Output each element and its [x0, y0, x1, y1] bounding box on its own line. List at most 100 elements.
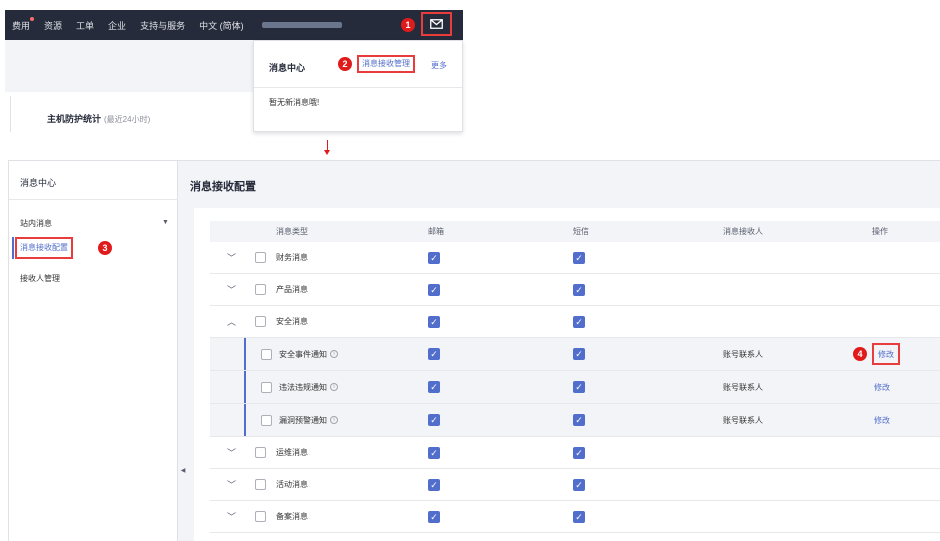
row-checkbox[interactable]: [261, 371, 272, 403]
table-row: ﹀ 产品消息 ✓ ✓: [210, 274, 940, 306]
chevron-down-icon[interactable]: ﹀: [227, 437, 236, 468]
email-checkbox[interactable]: ✓: [428, 306, 440, 337]
console-gap-strip: [5, 88, 255, 92]
flow-arrow-head-icon: [324, 150, 330, 155]
chevron-down-icon[interactable]: ﹀: [227, 242, 236, 273]
sidebar: 消息中心 站内消息 ▼ 消息接收配置 3 接收人管理: [9, 161, 178, 541]
chevron-down-icon[interactable]: ﹀: [227, 274, 236, 305]
chevron-down-icon[interactable]: ﹀: [227, 501, 236, 532]
nav-item-support[interactable]: 支持与服务: [140, 19, 185, 32]
stat-title-text: 主机防护统计: [47, 114, 102, 124]
info-icon[interactable]: i: [330, 350, 338, 358]
nav-item-billing-label: 费用: [12, 20, 31, 31]
message-type-cell: 财务消息: [276, 253, 308, 262]
row-checkbox[interactable]: [255, 437, 266, 468]
table-body: ﹀ 财务消息 ✓ ✓ ﹀ 产品消息 ✓ ✓ ︿ 安全消息 ✓ ✓ 安全事件通知 i ✓ ✓ 账号联系人 4 修改 违法…: [210, 242, 940, 533]
edit-link[interactable]: 修改: [872, 343, 900, 365]
message-type-label: 安全事件通知: [279, 349, 327, 359]
callout-badge-3: 3: [98, 241, 112, 255]
column-header-recipient: 消息接收人: [723, 227, 763, 236]
table-row: ﹀ 活动消息 ✓ ✓: [210, 469, 940, 501]
email-checkbox[interactable]: ✓: [428, 501, 440, 532]
row-checkbox[interactable]: [261, 404, 272, 436]
group-indicator-line: [244, 338, 246, 370]
row-checkbox[interactable]: [255, 501, 266, 532]
email-checkbox[interactable]: ✓: [428, 437, 440, 468]
row-checkbox[interactable]: [261, 338, 272, 370]
recipient-cell: 账号联系人: [723, 382, 763, 392]
caret-down-icon[interactable]: ▼: [162, 219, 169, 226]
message-receive-management-link[interactable]: 消息接收管理: [357, 55, 415, 73]
email-checkbox[interactable]: ✓: [428, 469, 440, 500]
nav-item-tickets[interactable]: 工单: [76, 19, 94, 32]
table-row: ﹀ 运维消息 ✓ ✓: [210, 437, 940, 469]
masked-username[interactable]: [261, 22, 342, 28]
message-type-label: 违法违规通知: [279, 382, 327, 392]
email-checkbox[interactable]: ✓: [428, 242, 440, 273]
info-icon[interactable]: i: [330, 416, 338, 424]
host-protection-stat-title: 主机防护统计 (最近24小时): [47, 112, 150, 125]
edit-link-label: 修改: [878, 349, 894, 359]
message-type-cell: 安全事件通知 i: [279, 338, 338, 370]
empty-message-text: 暂无新消息哦!: [269, 98, 320, 107]
sidebar-title: 消息中心: [20, 178, 57, 188]
sms-checkbox[interactable]: ✓: [573, 404, 585, 436]
email-checkbox[interactable]: ✓: [428, 371, 440, 403]
recipient-cell: 账号联系人: [723, 349, 763, 359]
edit-link[interactable]: 修改: [874, 371, 890, 403]
sidebar-item-recipient-management[interactable]: 接收人管理: [20, 273, 60, 284]
notification-dot: [30, 16, 35, 21]
message-type-cell: 备案消息: [276, 512, 308, 521]
row-checkbox[interactable]: [255, 274, 266, 305]
nav-item-resources[interactable]: 资源: [44, 19, 62, 32]
config-card: 消息类型 邮箱 短信 消息接收人 操作 ﹀ 财务消息 ✓ ✓ ﹀ 产品消息 ✓ ✓ ︿ 安全消息 ✓…: [194, 208, 940, 541]
group-indicator-line: [244, 371, 246, 403]
sidebar-active-indicator: [12, 237, 14, 259]
row-checkbox[interactable]: [255, 242, 266, 273]
nav-item-billing[interactable]: 费用: [12, 16, 35, 32]
sms-checkbox[interactable]: ✓: [573, 469, 585, 500]
top-navigation-bar: 费用 资源 工单 企业 支持与服务 中文 (简体) 1: [5, 10, 463, 40]
table-row: ︿ 安全消息 ✓ ✓: [210, 306, 940, 338]
info-icon[interactable]: i: [330, 383, 338, 391]
sms-checkbox[interactable]: ✓: [573, 274, 585, 305]
row-checkbox[interactable]: [255, 469, 266, 500]
sidebar-group-site-messages[interactable]: 站内消息: [20, 218, 52, 229]
message-type-cell: 活动消息: [276, 480, 308, 489]
stat-divider: [10, 96, 11, 132]
callout-badge-1: 1: [401, 18, 415, 32]
message-type-cell: 产品消息: [276, 285, 308, 294]
sms-checkbox[interactable]: ✓: [573, 501, 585, 532]
email-checkbox[interactable]: ✓: [428, 274, 440, 305]
message-type-cell: 违法违规通知 i: [279, 371, 338, 403]
more-link[interactable]: 更多: [431, 60, 447, 71]
nav-item-language[interactable]: 中文 (简体): [199, 19, 244, 32]
page-title: 消息接收配置: [190, 181, 256, 193]
email-checkbox[interactable]: ✓: [428, 404, 440, 436]
sidebar-collapse-handle[interactable]: ◀: [178, 444, 188, 496]
row-checkbox[interactable]: [255, 306, 266, 337]
sms-checkbox[interactable]: ✓: [573, 242, 585, 273]
column-header-type: 消息类型: [276, 227, 308, 236]
table-header-row: 消息类型 邮箱 短信 消息接收人 操作: [210, 221, 940, 242]
sms-checkbox[interactable]: ✓: [573, 437, 585, 468]
sub-table-row: 违法违规通知 i ✓ ✓ 账号联系人 修改: [210, 371, 940, 404]
chevron-up-icon[interactable]: ︿: [227, 306, 236, 337]
email-checkbox[interactable]: ✓: [428, 338, 440, 370]
mail-button[interactable]: [421, 12, 452, 36]
column-header-sms: 短信: [573, 227, 589, 236]
nav-item-enterprise[interactable]: 企业: [108, 19, 126, 32]
edit-link[interactable]: 修改: [874, 404, 890, 436]
sms-checkbox[interactable]: ✓: [573, 306, 585, 337]
chevron-down-icon[interactable]: ﹀: [227, 469, 236, 500]
sub-table-row: 安全事件通知 i ✓ ✓ 账号联系人 4 修改: [210, 338, 940, 371]
message-type-cell: 运维消息: [276, 448, 308, 457]
dropdown-title: 消息中心: [269, 63, 306, 73]
sidebar-item-receive-config[interactable]: 消息接收配置: [15, 237, 73, 259]
message-type-cell: 漏洞预警通知 i: [279, 404, 338, 436]
sms-checkbox[interactable]: ✓: [573, 338, 585, 370]
dropdown-header: 消息中心 2 消息接收管理 更多: [254, 41, 462, 88]
table-row: ﹀ 备案消息 ✓ ✓: [210, 501, 940, 533]
stat-subtitle: (最近24小时): [104, 115, 151, 124]
sms-checkbox[interactable]: ✓: [573, 371, 585, 403]
